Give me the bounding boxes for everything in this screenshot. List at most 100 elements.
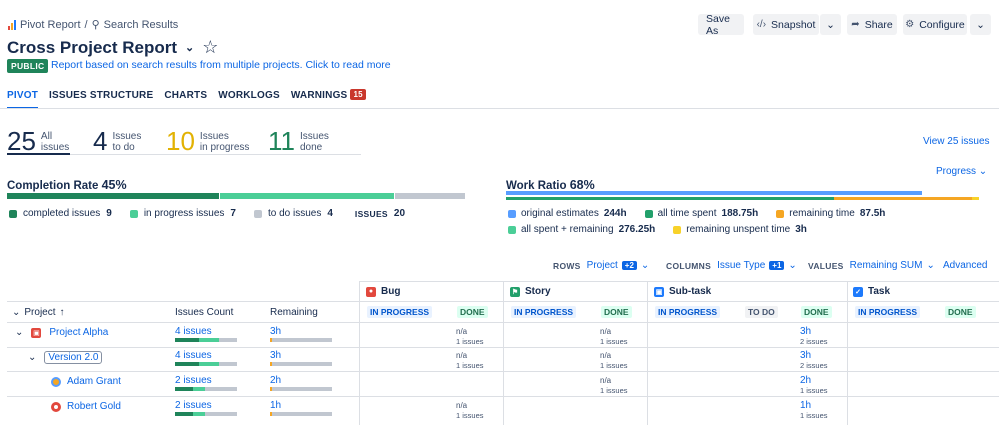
chevron-down-icon[interactable]: ⌄ [12,307,20,318]
breadcrumb-current[interactable]: Search Results [104,19,179,31]
tab-warnings[interactable]: WARNINGS 15 [291,89,366,109]
unspent-swatch [673,225,682,234]
row-name[interactable]: Version 2.0 [44,351,103,364]
legend-time-spent-value: 188.75h [721,208,759,219]
work-legend-row2: all spent + remaining 276.25h remaining u… [508,224,807,235]
completion-segment-completed [7,193,219,199]
star-icon[interactable]: ☆ [202,37,218,58]
values-label: VALUES [808,260,844,271]
legend-issues-total-label: ISSUES [354,208,388,219]
tab-issues-structure[interactable]: ISSUES STRUCTURE [49,90,153,109]
sort-arrow-up-icon[interactable]: ↑ [60,307,65,318]
completion-legend: completed issues 9 in progress issues 7 to… [9,208,405,219]
rows-dropdown[interactable]: Project +2 ⌄ [587,260,650,271]
row-remaining-link[interactable]: 3h [270,350,281,361]
chevron-down-icon[interactable]: ⌄ [15,327,23,338]
row-name[interactable]: Adam Grant [67,376,121,387]
tab-worklogs-label: WORKLOGS [218,90,280,101]
project-icon: ▣ [31,327,42,338]
share-button[interactable]: ➦ Share [847,14,897,35]
values-control: VALUES Remaining SUM ⌄ [808,260,935,271]
chevron-down-icon: ⌄ [640,260,650,271]
row-remaining-link[interactable]: 1h [270,400,281,411]
counter-inprogress-issues[interactable]: 10 Issues in progress [166,126,249,157]
col-count-header[interactable]: Issues Count [175,307,233,318]
tab-pivot-label: PIVOT [7,90,39,101]
legend-remaining-label: remaining time [789,208,855,219]
cell-value-link[interactable]: 3h [800,326,811,337]
task-checkbox-icon: ✓ [853,286,863,297]
tab-pivot[interactable]: PIVOT [7,90,39,109]
share-label: Share [864,18,893,31]
row-remaining-link[interactable]: 2h [270,375,281,386]
chevron-down-icon: ⌄ [978,166,988,177]
values-dropdown[interactable]: Remaining SUM ⌄ [850,260,935,271]
work-segment-remaining [834,197,972,200]
work-ratio-pct: 68% [569,178,595,192]
counter-inprogress-label: Issues in progress [200,131,249,153]
counter-done-label-line1: Issues [300,130,329,142]
tab-worklogs[interactable]: WORKLOGS [218,90,280,109]
row-name[interactable]: Robert Gold [67,401,121,412]
configure-dropdown-button[interactable]: ⌄ [970,14,991,35]
counter-done-number: 11 [268,126,295,156]
row-remaining-link[interactable]: 3h [270,326,281,337]
progress-dropdown[interactable]: Progress ⌄ [936,166,987,177]
visibility-badge: PUBLIC [7,59,49,73]
legend-spent-remaining-label: all spent + remaining [521,224,614,235]
table-row: ⌄ Version 2.0 [28,351,103,364]
counter-todo-issues[interactable]: 4 Issues to do [93,126,141,157]
cell-value-link[interactable]: 3h [800,350,811,361]
row-count-link[interactable]: 4 issues [175,326,212,337]
report-description-link[interactable]: Report based on search results from mult… [51,59,391,71]
row-remaining-bar [270,387,332,391]
row-count-link[interactable]: 4 issues [175,350,212,361]
chevron-down-icon[interactable]: ⌄ [28,352,36,363]
legend-unspent-label: remaining unspent time [686,224,791,235]
col-type-bug[interactable]: ● Bug [366,286,400,297]
breadcrumb-root[interactable]: Pivot Report [20,19,81,31]
cell-value: n/a [456,401,468,410]
row-remaining-bar [270,412,332,416]
tab-charts[interactable]: CHARTS [164,90,207,109]
cell-subtext: 1 issues [456,411,484,420]
row-count-link[interactable]: 2 issues [175,375,212,386]
col-type-task[interactable]: ✓ Task [853,286,890,297]
legend-unspent-value: 3h [795,224,807,235]
row-count-link[interactable]: 2 issues [175,400,212,411]
configure-button[interactable]: ⚙ Configure [903,14,967,35]
legend-todo-label: to do issues [267,208,322,219]
view-all-issues-link[interactable]: View 25 issues [923,136,990,147]
table-row: Adam Grant [51,376,121,387]
work-bar-spent-remaining [506,197,979,200]
legend-estimates-label: original estimates [521,208,599,219]
breadcrumb: Pivot Report / ⚲ Search Results [8,18,178,31]
spent-plus-remaining-swatch [508,225,516,234]
status-bug-inprogress: IN PROGRESS [367,306,433,318]
snapshot-button[interactable]: ‹/› Snapshot [753,14,819,35]
story-icon: ⚑ [510,286,520,297]
snapshot-dropdown-button[interactable]: ⌄ [820,14,841,35]
col-divider [503,281,504,425]
cell-subtext: 1 issues [600,337,628,346]
col-type-subtask[interactable]: ▣ Sub-task [654,286,711,297]
counter-done-issues[interactable]: 11 Issues done [268,126,329,157]
cell-value-link[interactable]: 2h [800,375,811,386]
save-as-label: Save As [706,12,730,37]
legend-inprogress-label: in progress issues [143,208,225,219]
status-task-inprogress: IN PROGRESS [855,306,921,318]
cell-value-link[interactable]: 1h [800,400,811,411]
col-remaining-header[interactable]: Remaining [270,307,318,318]
tab-divider [0,108,999,109]
table-top-border [359,281,999,282]
status-bug-done: DONE [457,306,488,318]
work-segment-unspent [972,197,979,200]
col-project-header[interactable]: ⌄ Project ↑ [12,307,65,318]
columns-dropdown[interactable]: Issue Type +1 ⌄ [717,260,797,271]
chevron-down-icon[interactable]: ⌄ [185,41,194,54]
col-type-story[interactable]: ⚑ Story [510,286,551,297]
save-as-button[interactable]: Save As [698,12,744,37]
advanced-link[interactable]: Advanced [943,260,987,271]
cell-value: n/a [600,376,612,385]
row-name[interactable]: Project Alpha [49,327,108,338]
